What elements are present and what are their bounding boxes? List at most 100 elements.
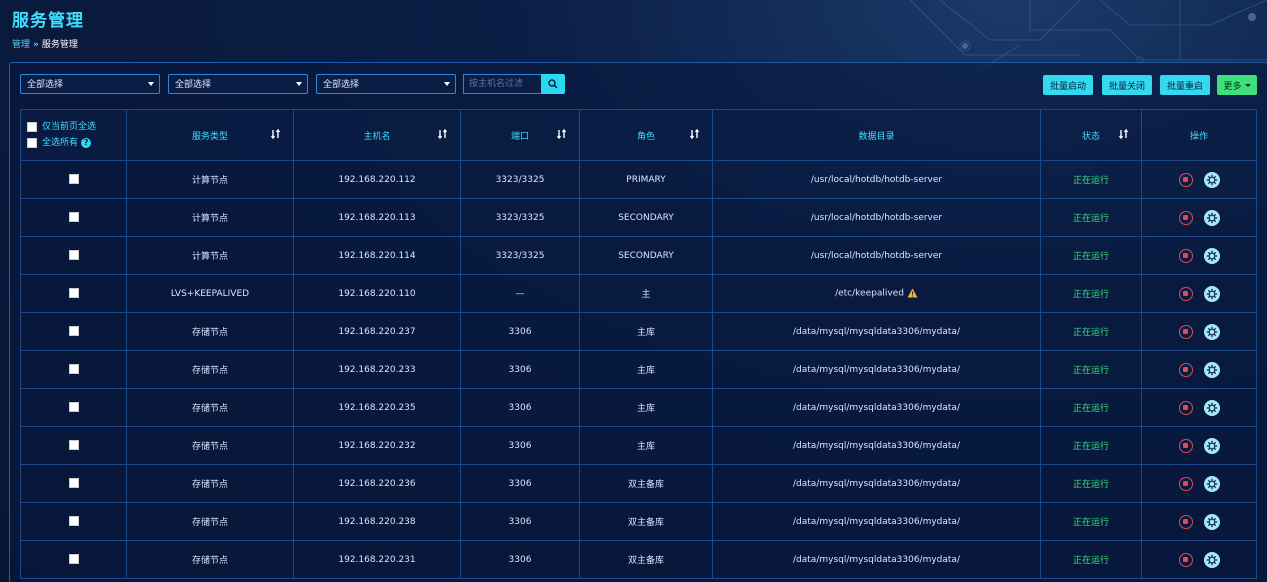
status-cell: 正在运行 [1040,388,1142,427]
service-settings-button[interactable] [1203,551,1220,568]
stop-service-button[interactable] [1178,438,1193,453]
chevron-down-icon [444,82,450,86]
ops-cell [1141,350,1257,389]
table-row: 计算节点 192.168.220.112 3323/3325 PRIMARY/usr/… [20,160,1257,199]
data-dir-cell: /data/mysql/mysqldata3306/mydata/ [712,540,1041,579]
row-select-cell [20,160,127,199]
stop-service-button[interactable] [1178,248,1193,263]
status-cell: 正在运行 [1040,236,1142,275]
stop-service-button[interactable] [1178,362,1193,377]
data-dir-cell: /usr/local/hotdb/hotdb-server [712,236,1041,275]
select-all-option[interactable]: 全选所有 ? [27,135,126,151]
batch-stop-button[interactable]: 批量关闭 [1102,75,1152,95]
hostname-filter-input[interactable] [463,74,541,94]
filter-select-3[interactable]: 全部选择 [316,74,456,94]
table-row: 计算节点 192.168.220.114 3323/3325 SECONDARY/us… [20,236,1257,275]
row-checkbox[interactable] [68,364,79,375]
hostname-cell: 192.168.220.231 [293,540,461,579]
service-settings-button[interactable] [1203,323,1220,340]
data-dir-text: /data/mysql/mysqldata3306/mydata/ [793,554,960,565]
search-button[interactable] [541,74,565,94]
service-settings-button[interactable] [1203,247,1220,264]
service-type-cell: 存储节点 [126,388,294,427]
column-data-dir: 数据目录 [712,109,1041,161]
breadcrumb: 管理» 服务管理 [12,37,78,50]
column-port[interactable]: 端口 [460,109,580,161]
sort-icon[interactable] [690,129,700,139]
more-dropdown-button[interactable]: 更多 [1217,75,1257,95]
stop-service-button[interactable] [1178,172,1193,187]
service-type-cell: 存储节点 [126,464,294,503]
service-settings-button[interactable] [1203,399,1220,416]
row-checkbox[interactable] [68,326,79,337]
row-checkbox[interactable] [68,440,79,451]
service-settings-button[interactable] [1203,475,1220,492]
role-cell: 主库 [579,350,713,389]
data-dir-cell: /usr/local/hotdb/hotdb-server [712,160,1041,199]
row-checkbox[interactable] [68,402,79,413]
sort-icon[interactable] [271,129,281,139]
column-status[interactable]: 状态 [1040,109,1142,161]
service-type-cell: 存储节点 [126,350,294,389]
service-type-cell: 存储节点 [126,540,294,579]
role-cell: SECONDARY [579,198,713,237]
stop-service-button[interactable] [1178,476,1193,491]
port-cell: — [460,274,580,313]
ops-cell [1141,236,1257,275]
filter-select-2[interactable]: 全部选择 [168,74,308,94]
column-data-dir-label: 数据目录 [858,131,895,142]
row-checkbox[interactable] [68,212,79,223]
batch-start-button[interactable]: 批量启动 [1043,75,1093,95]
table-row: 存储节点 192.168.220.233 3306 主库/data/mysql/mys… [20,350,1257,389]
select-all-label: 全选所有 [42,138,79,148]
filter-select-1[interactable]: 全部选择 [20,74,160,94]
table-header-row: 仅当前页全选 全选所有 ? 服务类型 主机名 端口 角色 数据目录 状态 操作 [20,109,1257,161]
select-page-checkbox[interactable] [27,122,37,132]
column-service-type[interactable]: 服务类型 [126,109,294,161]
gear-icon [1206,174,1217,185]
port-cell: 3323/3325 [460,160,580,199]
row-checkbox[interactable] [68,516,79,527]
hostname-cell: 192.168.220.232 [293,426,461,465]
service-settings-button[interactable] [1203,437,1220,454]
filter-select-2-value: 全部选择 [175,80,212,90]
stop-icon [1183,329,1188,334]
stop-service-button[interactable] [1178,514,1193,529]
table-row: 存储节点 192.168.220.237 3306 主库/data/mysql/mys… [20,312,1257,351]
help-icon[interactable]: ? [81,138,92,148]
role-cell: PRIMARY [579,160,713,199]
row-checkbox[interactable] [68,288,79,299]
service-settings-button[interactable] [1203,285,1220,302]
row-checkbox[interactable] [68,554,79,565]
ops-cell [1141,426,1257,465]
table-row: 计算节点 192.168.220.113 3323/3325 SECONDARY/us… [20,198,1257,237]
stop-service-button[interactable] [1178,324,1193,339]
sort-icon[interactable] [1119,129,1129,139]
stop-service-button[interactable] [1178,286,1193,301]
row-checkbox[interactable] [68,250,79,261]
chevron-down-icon [1244,83,1251,87]
service-settings-button[interactable] [1203,209,1220,226]
sort-icon[interactable] [438,129,448,139]
service-type-cell: 计算节点 [126,198,294,237]
hostname-cell: 192.168.220.114 [293,236,461,275]
service-settings-button[interactable] [1203,513,1220,530]
stop-service-button[interactable] [1178,552,1193,567]
port-cell: 3306 [460,502,580,541]
breadcrumb-home-link[interactable]: 管理 [12,40,30,50]
stop-service-button[interactable] [1178,400,1193,415]
select-all-checkbox[interactable] [27,138,37,148]
service-settings-button[interactable] [1203,361,1220,378]
sort-icon[interactable] [557,129,567,139]
data-dir-text: /data/mysql/mysqldata3306/mydata/ [793,478,960,489]
port-cell: 3306 [460,312,580,351]
row-checkbox[interactable] [68,174,79,185]
stop-service-button[interactable] [1178,210,1193,225]
column-role[interactable]: 角色 [579,109,713,161]
chevron-down-icon [148,82,154,86]
service-settings-button[interactable] [1203,171,1220,188]
column-hostname[interactable]: 主机名 [293,109,461,161]
select-page-option[interactable]: 仅当前页全选 [27,119,126,135]
batch-restart-button[interactable]: 批量重启 [1160,75,1210,95]
row-checkbox[interactable] [68,478,79,489]
